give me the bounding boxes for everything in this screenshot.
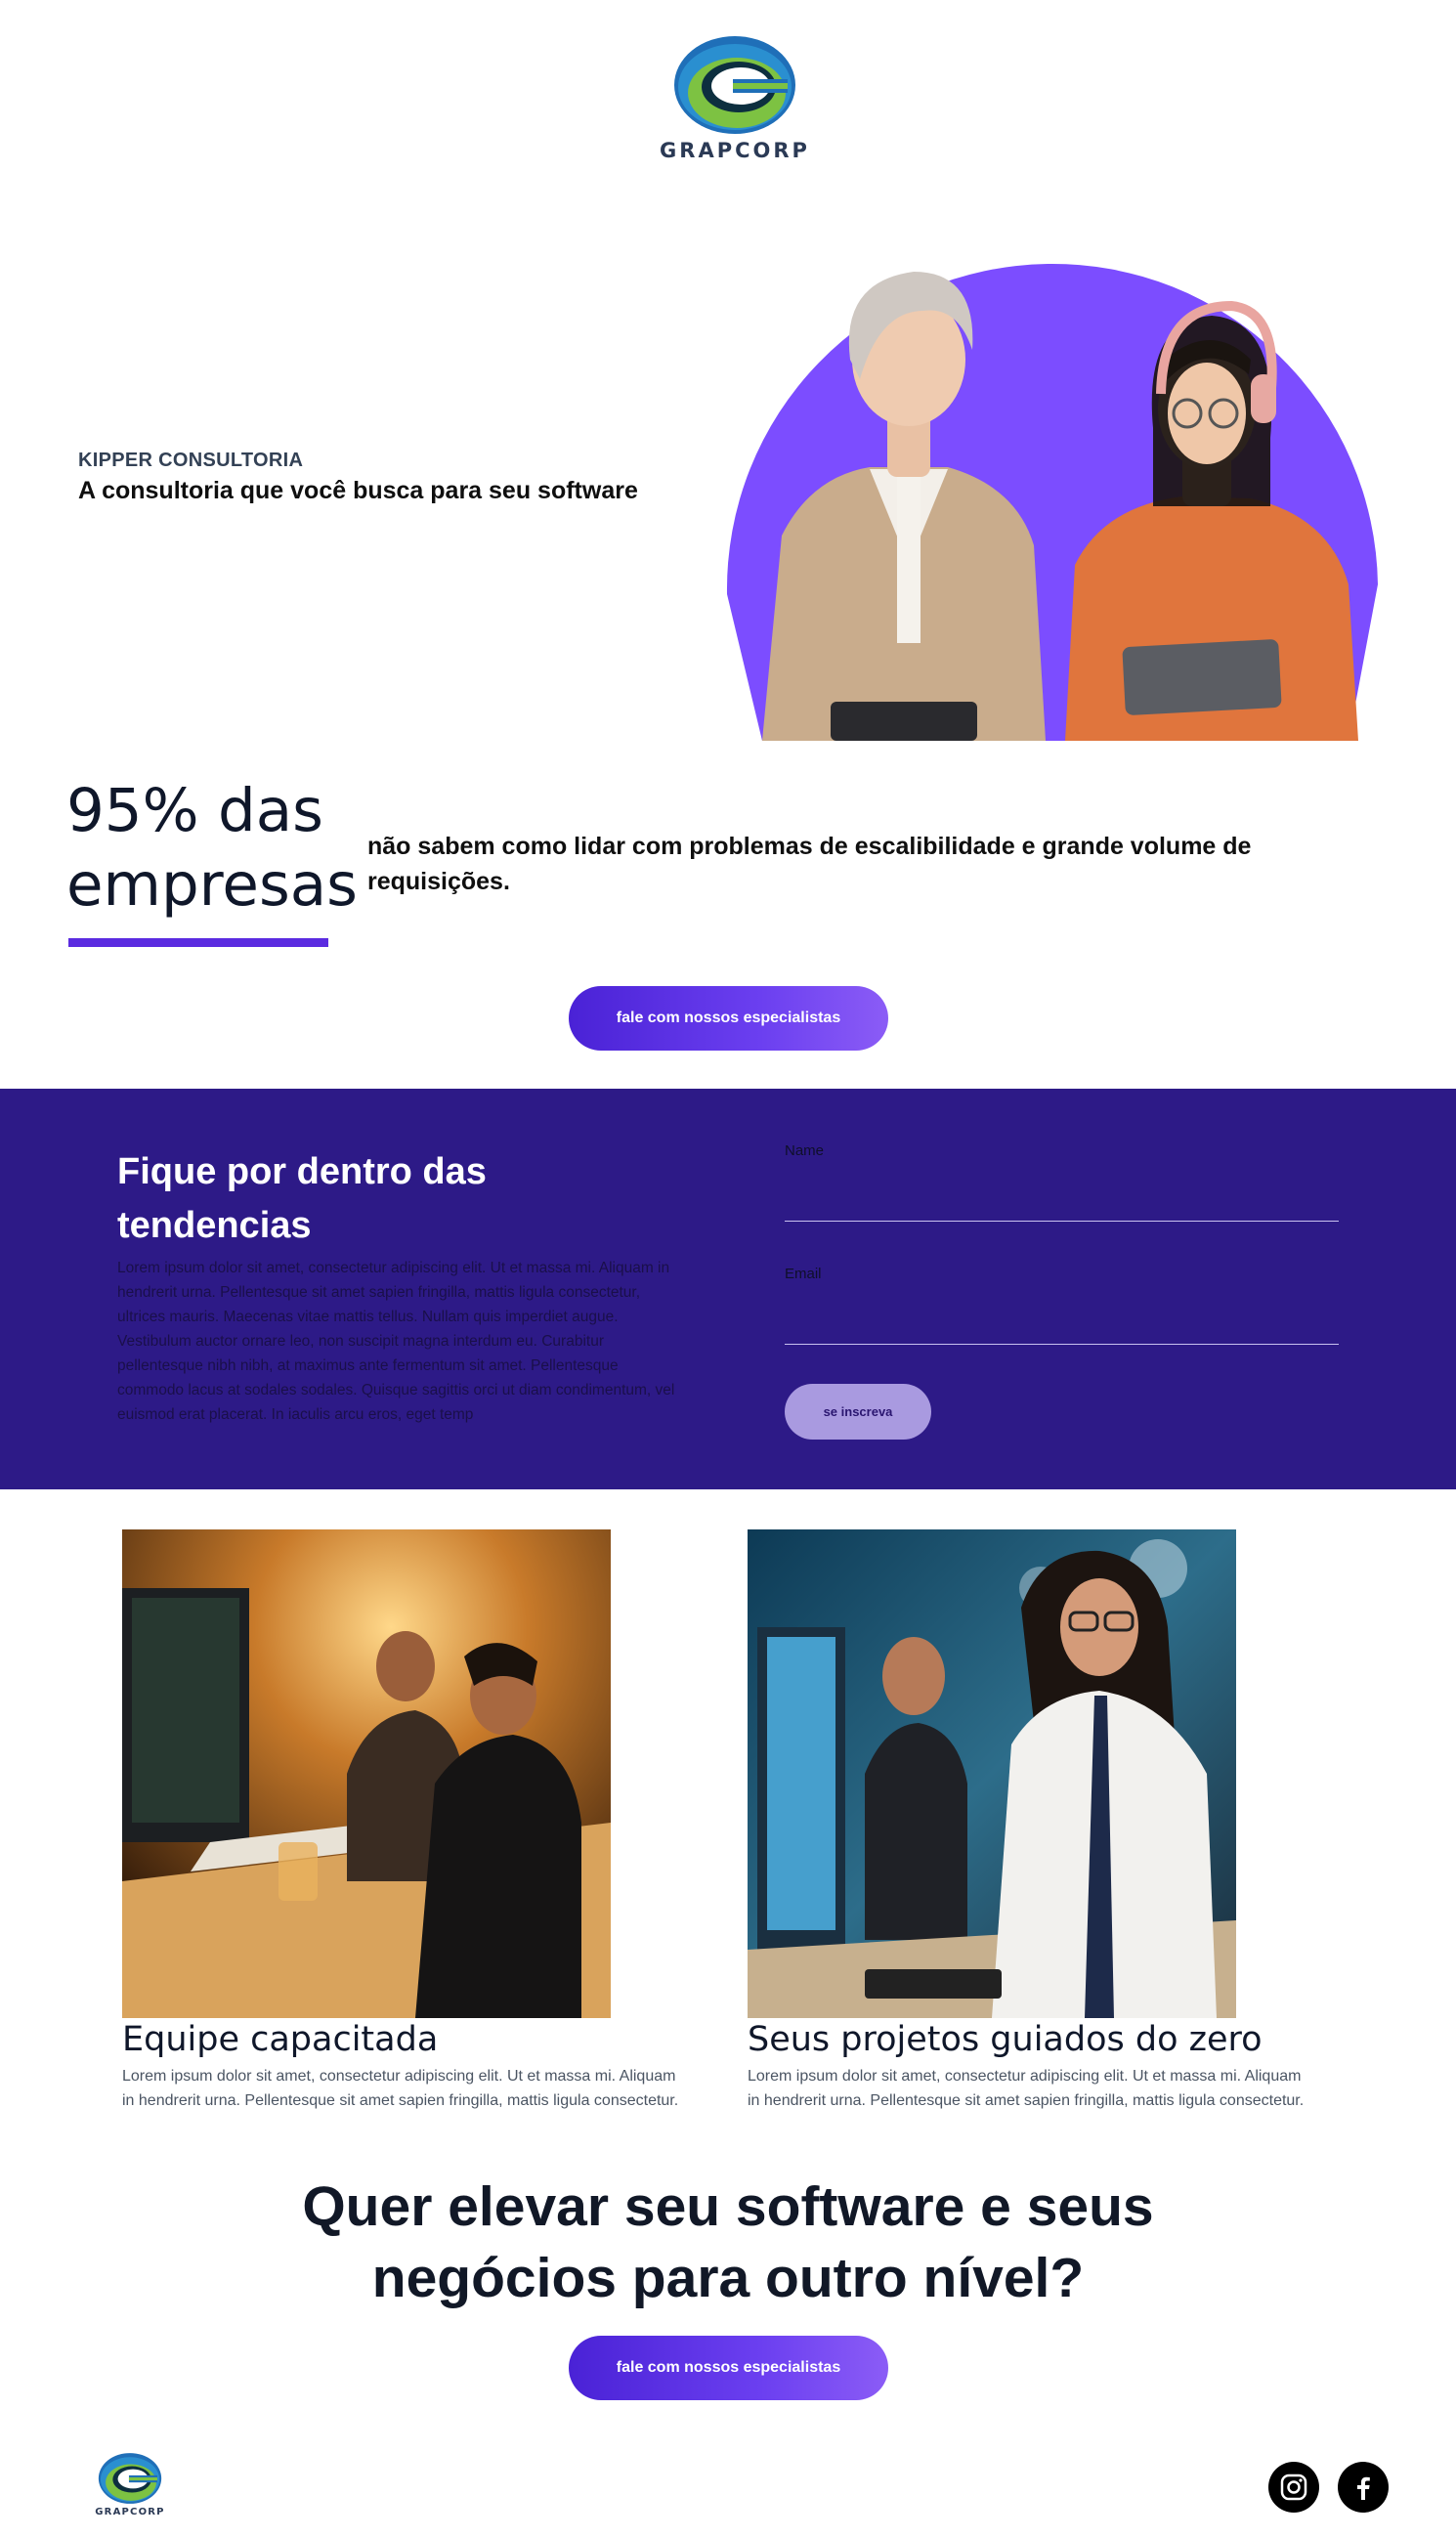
hero-title: A consultoria que você busca para seu so…	[78, 477, 638, 504]
stat-line-1: 95% das	[66, 776, 323, 845]
feature-title-team: Equipe capacitada	[122, 2020, 439, 2059]
hero-kicker: KIPPER CONSULTORIA	[78, 450, 304, 471]
facebook-link[interactable]	[1338, 2462, 1389, 2513]
logo-wordmark: GRAPCORP	[660, 139, 810, 162]
newsletter-title: Fique por dentro das tendencias	[117, 1151, 487, 1246]
closing-title: Quer elevar seu software e seus negócios…	[302, 2175, 1154, 2309]
name-field[interactable]	[785, 1183, 1339, 1222]
email-field[interactable]	[785, 1306, 1339, 1345]
email-label: Email	[785, 1266, 822, 1282]
cta-specialists-button[interactable]: fale com nossos especialistas	[569, 986, 888, 1051]
stat-headline: 95% das empresas	[66, 774, 360, 923]
instagram-link[interactable]	[1268, 2462, 1319, 2513]
feature-text-projects: Lorem ipsum dolor sit amet, consectetur …	[748, 2068, 1305, 2109]
instagram-icon	[1280, 2473, 1307, 2501]
cta-specialists-button-bottom[interactable]: fale com nossos especialistas	[569, 2336, 888, 2400]
projects-photo	[748, 1529, 1236, 2018]
stat-line-2: empresas	[66, 850, 358, 920]
stat-description: não sabem como lidar com problemas de es…	[367, 833, 1252, 895]
newsletter-body: Lorem ipsum dolor sit amet, consectetur …	[117, 1260, 675, 1423]
stat-underline	[68, 938, 328, 947]
facebook-icon	[1357, 2476, 1370, 2500]
subscribe-button[interactable]: se inscreva	[785, 1384, 931, 1440]
footer-wordmark: GRAPCORP	[95, 2507, 165, 2517]
feature-title-projects: Seus projetos guiados do zero	[748, 2020, 1263, 2059]
feature-text-team: Lorem ipsum dolor sit amet, consectetur …	[122, 2068, 679, 2109]
footer-logo-g-icon	[98, 2453, 162, 2504]
team-photo	[122, 1529, 611, 2018]
grapcorp-logo[interactable]	[670, 32, 799, 138]
footer-logo[interactable]	[96, 2451, 164, 2506]
hero-illustration	[723, 213, 1382, 741]
logo-g-icon	[674, 36, 795, 134]
name-label: Name	[785, 1142, 825, 1159]
